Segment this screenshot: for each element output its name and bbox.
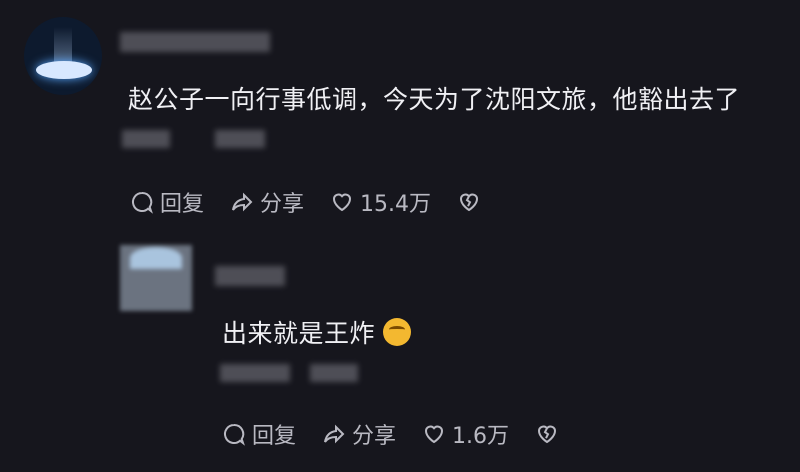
broken-heart-icon [460,193,479,212]
reply-icon [224,423,245,446]
reply-label: 回复 [252,424,297,449]
username-blurred[interactable] [215,266,285,286]
share-button[interactable]: 分享 [230,186,304,218]
reply-button[interactable]: 回复 [222,418,296,450]
comment-text: 赵公子一向行事低调，今天为了沈阳文旅，他豁出去了 [128,85,741,114]
comment-actions: 回复 分享 15.4万 [130,186,507,218]
timestamp-blurred [122,130,170,148]
share-button[interactable]: 分享 [322,418,396,450]
location-blurred [215,130,265,148]
share-label: 分享 [260,192,305,217]
comment-text: 出来就是王炸 [222,314,412,350]
comment-actions: 回复 分享 1.6万 [222,418,585,450]
share-icon [324,424,345,444]
like-count: 15.4万 [360,192,432,217]
reply-button[interactable]: 回复 [130,186,204,218]
avatar[interactable] [24,17,102,95]
like-button[interactable]: 1.6万 [422,418,509,450]
timestamp-blurred [220,364,290,382]
heart-icon [333,193,352,212]
like-count: 1.6万 [452,424,510,449]
heart-icon [425,425,444,444]
share-icon [232,192,253,212]
location-blurred [310,364,358,382]
username-blurred[interactable] [120,32,270,52]
broken-heart-icon [538,425,557,444]
avatar[interactable] [120,245,192,311]
avatar-ufo [36,61,92,79]
like-button[interactable]: 15.4万 [330,186,431,218]
reply-label: 回复 [160,192,205,217]
dislike-button[interactable] [535,422,559,446]
comment-text-content: 出来就是王炸 [222,319,376,348]
smirk-emoji-icon [383,318,412,346]
dislike-button[interactable] [457,190,481,214]
reply-icon [132,191,153,214]
share-label: 分享 [352,424,397,449]
avatar-shape [130,247,182,269]
